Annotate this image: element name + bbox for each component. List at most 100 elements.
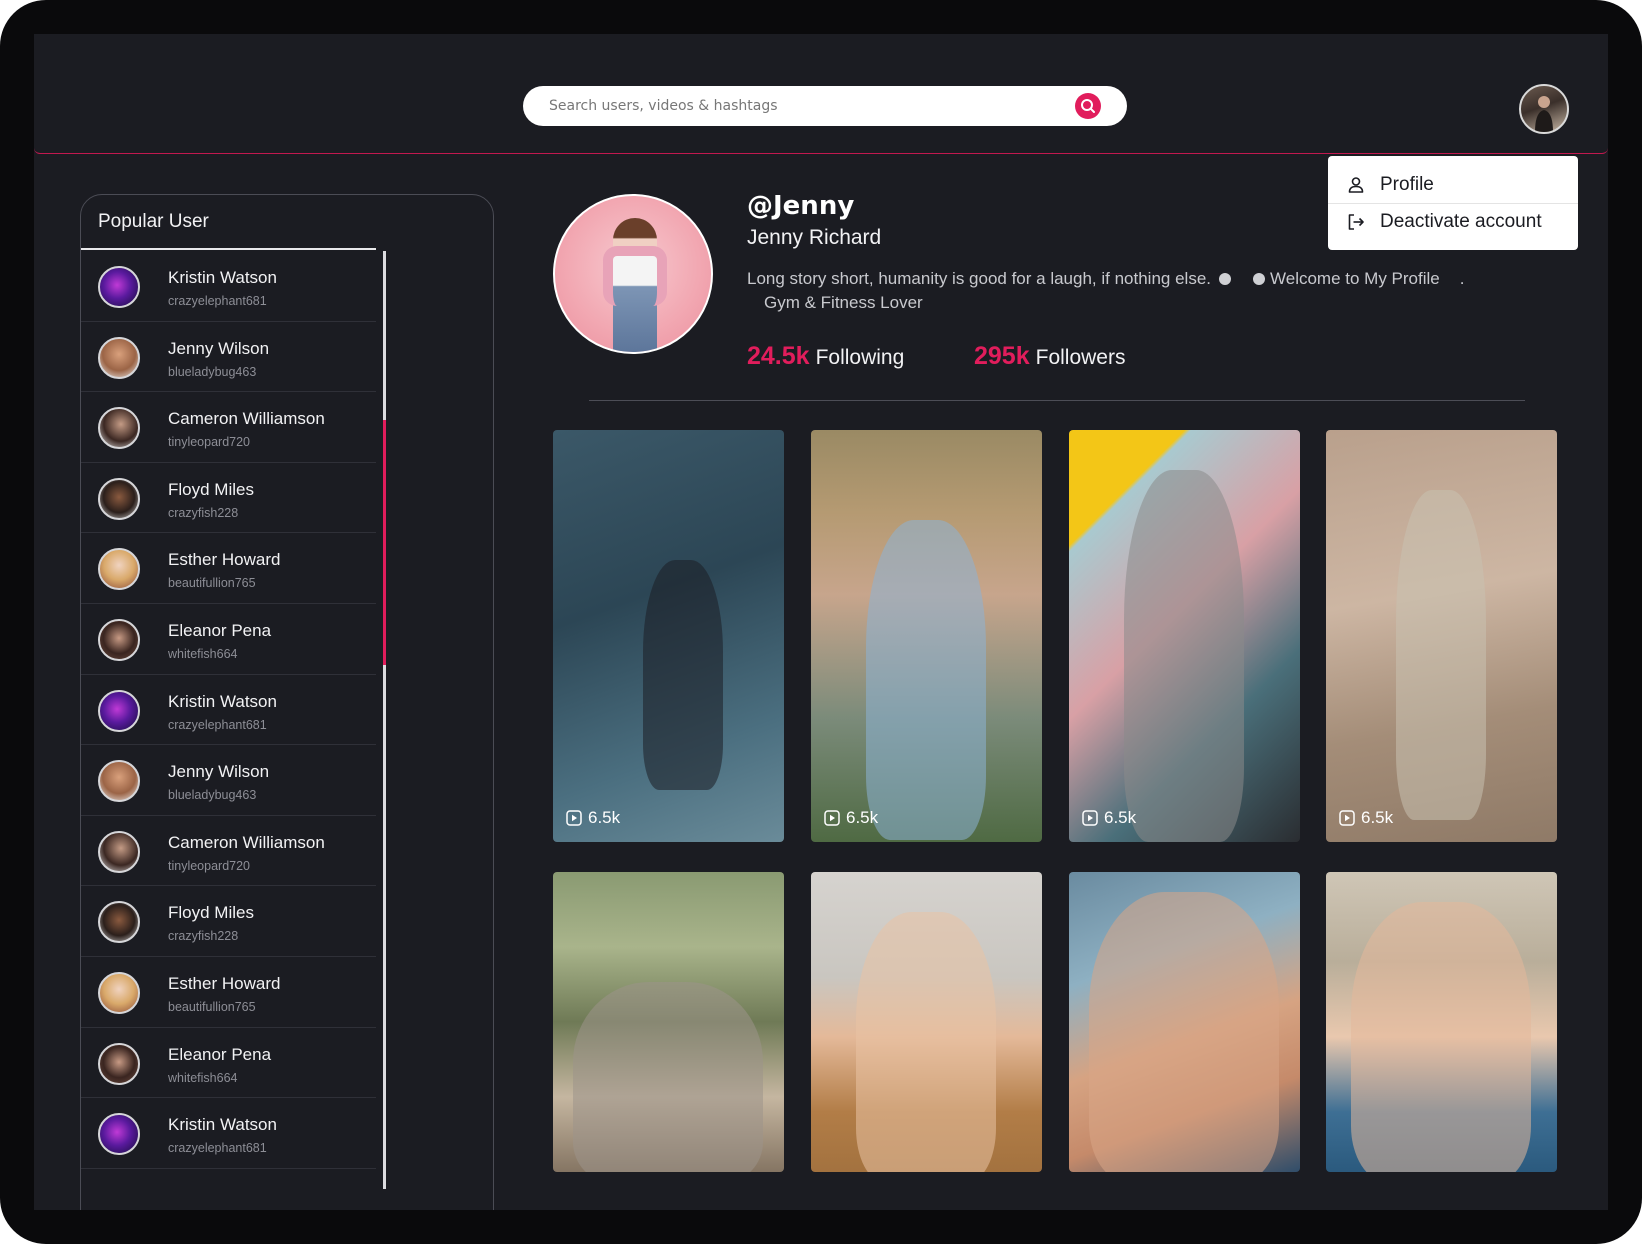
bio-text: . — [1459, 269, 1465, 288]
user-name: Kristin Watson — [168, 268, 277, 287]
thumbnail-figure — [573, 982, 763, 1172]
logout-icon — [1348, 214, 1364, 230]
followers-stat[interactable]: 295k Followers — [974, 342, 1125, 371]
user-handle: crazyelephant681 — [168, 717, 267, 732]
profile-avatar — [553, 194, 713, 354]
user-handle: crazyfish228 — [168, 929, 239, 944]
user-handle: whitefish664 — [168, 1070, 238, 1085]
user-handle: beautifullion765 — [168, 576, 256, 591]
user-handle: beautifullion765 — [168, 999, 256, 1014]
menu-item-label: Profile — [1380, 173, 1434, 195]
video-views: 6.5k — [1082, 808, 1136, 828]
video-thumbnail[interactable] — [553, 872, 784, 1172]
avatar-jacket — [603, 246, 667, 306]
scrollbar-thumb[interactable] — [383, 420, 386, 665]
bio-text: Gym & Fitness Lover — [764, 293, 923, 312]
list-item[interactable]: Floyd Miles crazyfish228 — [81, 886, 376, 957]
user-name: Jenny Wilson — [168, 762, 270, 782]
avatar — [98, 407, 140, 450]
followers-label: Followers — [1035, 346, 1126, 369]
menu-item-label: Deactivate account — [1380, 211, 1542, 232]
menu-item-profile[interactable]: Profile — [1328, 166, 1578, 204]
list-item[interactable]: Jenny Wilson blueladybug463 — [81, 322, 376, 393]
user-icon — [1348, 176, 1364, 193]
user-handle: blueladybug463 — [168, 364, 257, 379]
list-item[interactable]: Kristin Watson crazyelephant681 — [81, 1098, 376, 1169]
list-item[interactable]: Cameron Williamson tinyleopard720 — [81, 392, 376, 463]
scrollbar-track[interactable] — [383, 251, 386, 1189]
search-icon — [1081, 99, 1095, 113]
user-handle: crazyelephant681 — [168, 1141, 267, 1156]
menu-item-deactivate[interactable]: Deactivate account — [1328, 203, 1578, 241]
list-item[interactable]: Floyd Miles crazyfish228 — [81, 463, 376, 534]
bullet-icon — [1253, 273, 1265, 285]
following-label: Following — [815, 346, 905, 369]
avatar — [98, 1113, 140, 1156]
profile-divider — [589, 400, 1525, 401]
play-icon — [824, 810, 840, 826]
user-handle: crazyfish228 — [168, 505, 239, 520]
list-item[interactable]: Esther Howard beautifullion765 — [81, 533, 376, 604]
avatar — [98, 689, 140, 732]
list-item[interactable]: Esther Howard beautifullion765 — [81, 957, 376, 1028]
user-handle: whitefish664 — [168, 646, 238, 661]
video-views: 6.5k — [824, 808, 878, 828]
device-frame: Profile Deactivate account Popular User … — [0, 0, 1642, 1244]
list-item[interactable]: Eleanor Pena whitefish664 — [81, 1028, 376, 1099]
thumbnail-figure — [1089, 892, 1279, 1172]
video-thumbnail[interactable]: 6.5k — [553, 430, 784, 842]
user-name: Eleanor Pena — [168, 620, 272, 640]
thumbnail-figure — [866, 520, 986, 840]
panel-divider — [81, 248, 376, 250]
avatar — [98, 266, 140, 308]
list-item[interactable]: Jenny Wilson blueladybug463 — [81, 745, 376, 816]
bullet-icon — [1219, 273, 1231, 285]
avatar — [98, 830, 140, 873]
avatar — [98, 618, 140, 661]
panel-title: Popular User — [98, 211, 209, 232]
account-dropdown: Profile Deactivate account — [1328, 156, 1578, 250]
profile-handle: @Jenny — [747, 191, 855, 221]
user-name: Esther Howard — [168, 973, 281, 993]
user-name: Eleanor Pena — [168, 1044, 272, 1064]
list-item[interactable]: Eleanor Pena whitefish664 — [81, 604, 376, 675]
user-handle: tinyleopard720 — [168, 435, 251, 450]
thumbnail-figure — [856, 912, 996, 1172]
user-name: Kristin Watson — [168, 691, 277, 711]
list-item[interactable]: Cameron Williamson tinyleopard720 — [81, 816, 376, 887]
profile-bio: Long story short, humanity is good for a… — [747, 267, 1507, 315]
followers-count: 295k — [974, 342, 1030, 370]
avatar — [98, 336, 140, 379]
app-screen: Profile Deactivate account Popular User … — [34, 34, 1608, 1210]
user-name: Cameron Williamson — [168, 832, 325, 852]
video-views: 6.5k — [1339, 808, 1393, 828]
user-handle: blueladybug463 — [168, 788, 257, 803]
search-input[interactable] — [549, 86, 1069, 126]
video-thumbnail[interactable]: 6.5k — [1326, 430, 1557, 842]
user-avatar[interactable] — [1519, 84, 1569, 134]
user-name: Kristin Watson — [168, 1115, 277, 1135]
play-icon — [566, 810, 582, 826]
profile-name: Jenny Richard — [747, 226, 882, 249]
avatar-figure-icon — [1535, 96, 1553, 132]
video-thumbnail[interactable] — [1326, 872, 1557, 1172]
video-thumbnail[interactable]: 6.5k — [1069, 430, 1300, 842]
search-button[interactable] — [1075, 93, 1101, 119]
video-thumbnail[interactable] — [811, 872, 1042, 1172]
video-thumbnail[interactable] — [1069, 872, 1300, 1172]
list-item[interactable]: Kristin Watson crazyelephant681 — [81, 251, 376, 322]
following-stat[interactable]: 24.5k Following — [747, 342, 904, 371]
user-name: Esther Howard — [168, 550, 281, 570]
play-icon — [1339, 810, 1355, 826]
video-thumbnail[interactable]: 6.5k — [811, 430, 1042, 842]
user-name: Jenny Wilson — [168, 338, 270, 358]
top-header — [34, 34, 1608, 154]
avatar — [98, 548, 140, 591]
user-name: Floyd Miles — [168, 903, 254, 923]
user-name: Floyd Miles — [168, 479, 254, 499]
popular-users-panel: Popular User Kristin Watson crazyelephan… — [80, 194, 494, 1210]
avatar — [98, 971, 140, 1014]
thumbnail-figure — [643, 560, 723, 790]
user-list: Kristin Watson crazyelephant681 Jenny Wi… — [81, 251, 376, 1169]
list-item[interactable]: Kristin Watson crazyelephant681 — [81, 675, 376, 746]
